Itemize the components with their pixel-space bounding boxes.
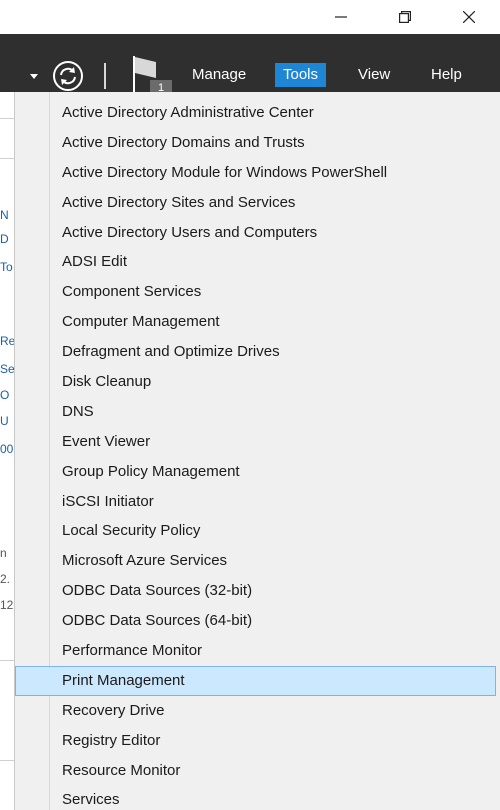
tools-dropdown-menu: Active Directory Administrative Center Ac… (14, 92, 500, 810)
tools-menu-list: Active Directory Administrative Center Ac… (15, 98, 500, 810)
divider (0, 118, 14, 119)
menu-item-disk-cleanup[interactable]: Disk Cleanup (15, 367, 500, 397)
divider (0, 760, 14, 761)
menu-item-event-viewer[interactable]: Event Viewer (15, 427, 500, 457)
chevron-down-icon[interactable] (30, 74, 38, 79)
background-text: D (0, 232, 9, 246)
menu-item-active-directory-module-for-windows-powershell[interactable]: Active Directory Module for Windows Powe… (15, 158, 500, 188)
menu-item-odbc-data-sources-32-bit[interactable]: ODBC Data Sources (32-bit) (15, 576, 500, 606)
menu-item-odbc-data-sources-64-bit[interactable]: ODBC Data Sources (64-bit) (15, 606, 500, 636)
menu-item-computer-management[interactable]: Computer Management (15, 307, 500, 337)
title-bar (0, 0, 500, 34)
close-icon (463, 11, 475, 23)
menu-item-resource-monitor[interactable]: Resource Monitor (15, 756, 500, 786)
menu-item-adsi-edit[interactable]: ADSI Edit (15, 247, 500, 277)
background-text: O (0, 388, 10, 402)
menu-item-print-management[interactable]: Print Management (15, 665, 496, 696)
restore-button[interactable] (382, 0, 428, 34)
background-window: N D To Re Se O U 00 n 2. 12 (0, 92, 14, 810)
background-text: U (0, 414, 9, 428)
menu-view[interactable]: View (350, 63, 398, 87)
menu-item-registry-editor[interactable]: Registry Editor (15, 726, 500, 756)
menu-item-services[interactable]: Services (15, 785, 500, 810)
divider (0, 158, 14, 159)
menu-item-group-policy-management[interactable]: Group Policy Management (15, 457, 500, 487)
background-text: n (0, 546, 7, 560)
menu-item-active-directory-administrative-center[interactable]: Active Directory Administrative Center (15, 98, 500, 128)
menu-item-microsoft-azure-services[interactable]: Microsoft Azure Services (15, 546, 500, 576)
menu-help[interactable]: Help (423, 63, 470, 87)
background-text: 2. (0, 572, 11, 586)
menu-item-component-services[interactable]: Component Services (15, 277, 500, 307)
menu-item-active-directory-domains-and-trusts[interactable]: Active Directory Domains and Trusts (15, 128, 500, 158)
restore-icon (399, 11, 411, 23)
server-manager-menubar: 1 Manage Tools View Help (0, 34, 500, 94)
notification-flag-icon[interactable]: 1 (130, 54, 176, 94)
background-text: N (0, 208, 9, 222)
background-text: Se (0, 362, 14, 376)
menu-item-dns[interactable]: DNS (15, 397, 500, 427)
menu-tools[interactable]: Tools (275, 63, 327, 87)
menu-item-local-security-policy[interactable]: Local Security Policy (15, 516, 500, 546)
menu-manage[interactable]: Manage (184, 63, 254, 87)
background-text: 00 (0, 442, 14, 456)
minimize-button[interactable] (318, 0, 364, 34)
background-text: To (0, 260, 13, 274)
close-button[interactable] (446, 0, 492, 34)
menu-item-active-directory-users-and-computers[interactable]: Active Directory Users and Computers (15, 218, 500, 248)
menu-item-performance-monitor[interactable]: Performance Monitor (15, 636, 500, 666)
menu-item-recovery-drive[interactable]: Recovery Drive (15, 696, 500, 726)
toolbar-separator (104, 63, 106, 89)
background-text: 12 (0, 598, 14, 612)
menu-item-active-directory-sites-and-services[interactable]: Active Directory Sites and Services (15, 188, 500, 218)
minimize-icon (335, 16, 347, 18)
background-text: Re (0, 334, 14, 348)
menu-item-iscsi-initiator[interactable]: iSCSI Initiator (15, 487, 500, 517)
refresh-icon[interactable] (52, 60, 84, 92)
divider (0, 660, 14, 661)
menu-item-defragment-and-optimize-drives[interactable]: Defragment and Optimize Drives (15, 337, 500, 367)
